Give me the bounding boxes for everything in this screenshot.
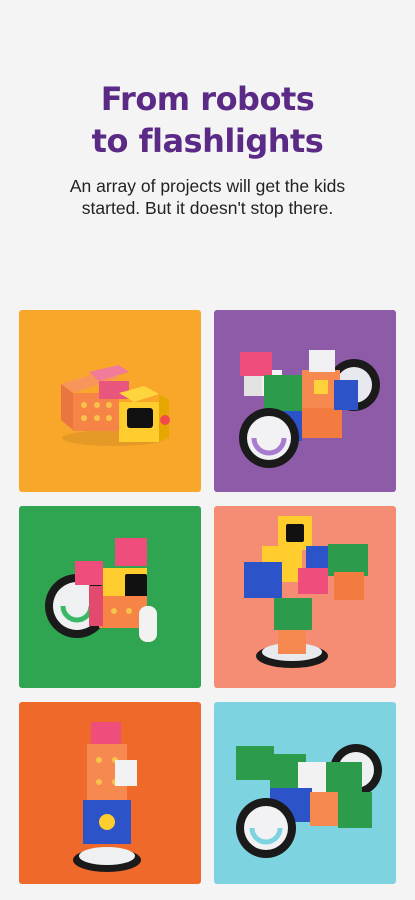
car-robot-icon <box>214 702 396 884</box>
project-tile-car[interactable] <box>214 702 396 884</box>
title-line-1: From robots <box>100 80 315 118</box>
tower-robot-icon <box>19 702 201 884</box>
project-tile-vehicle[interactable] <box>19 506 201 688</box>
project-tile-flashlight[interactable] <box>19 310 201 492</box>
title-line-2: to flashlights <box>91 122 324 160</box>
vehicle-robot-icon <box>19 506 201 688</box>
project-tile-humanoid[interactable] <box>214 506 396 688</box>
project-tile-wheeled-robot[interactable] <box>214 310 396 492</box>
page-subtitle: An array of projects will get the kids s… <box>69 176 346 218</box>
page-title: From robots to flashlights <box>0 78 415 162</box>
project-tile-tower[interactable] <box>19 702 201 884</box>
flashlight-robot-icon <box>19 310 201 492</box>
humanoid-robot-icon <box>214 506 396 688</box>
wheeled-robot-icon <box>214 310 396 492</box>
